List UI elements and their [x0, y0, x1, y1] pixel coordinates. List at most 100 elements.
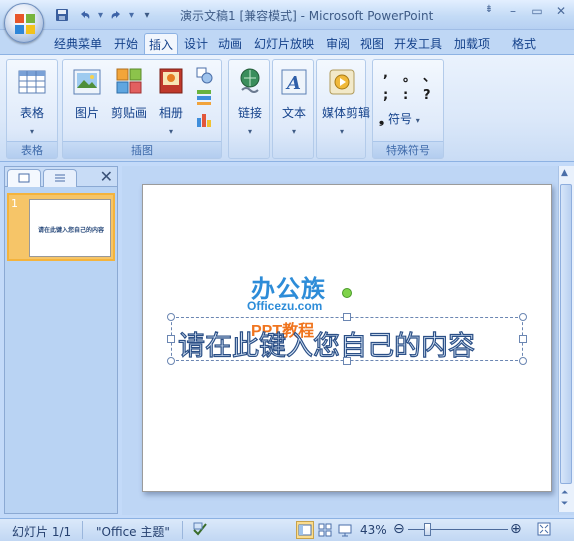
- tab-developer[interactable]: 开发工具: [390, 33, 446, 54]
- outline-icon: [55, 174, 65, 182]
- resize-handle-left[interactable]: [167, 335, 175, 343]
- clipart-icon: [116, 68, 142, 94]
- next-slide-icon[interactable]: ⏷: [561, 499, 568, 509]
- title-bar: ▾ ▾ ▾ 演示文稿1 [兼容模式] - Microsoft PowerPoin…: [0, 0, 574, 30]
- slide-sorter-icon: [318, 523, 332, 537]
- slide-canvas[interactable]: 办公族 Officezu.com PPT教程 请在此键入您自己的内容: [142, 184, 552, 492]
- resize-handle-top[interactable]: [343, 313, 351, 321]
- symbol-semicolon[interactable]: ;: [383, 88, 388, 103]
- spell-check-icon[interactable]: [192, 521, 208, 540]
- watermark-url: Officezu.com: [247, 299, 323, 313]
- scroll-up-icon[interactable]: ▲: [561, 168, 568, 178]
- text-placeholder[interactable]: 请在此键入您自己的内容: [171, 317, 523, 363]
- symbol-button[interactable]: ❟ 符号 ▾: [379, 110, 420, 127]
- thumbnail-text: 请在此键入您自己的内容: [37, 227, 104, 234]
- theme-name[interactable]: "Office 主题": [96, 523, 170, 540]
- resize-handle-bottom-right[interactable]: [519, 357, 527, 365]
- symbol-comma[interactable]: ,: [383, 66, 388, 81]
- symbol-enum-comma[interactable]: 、: [423, 66, 436, 85]
- tab-slides[interactable]: [7, 169, 41, 187]
- symbol-question[interactable]: ?: [423, 88, 431, 103]
- resize-handle-bottom-left[interactable]: [167, 357, 175, 365]
- office-button[interactable]: [4, 3, 44, 43]
- thumbnail-canvas: 请在此键入您自己的内容: [29, 199, 111, 257]
- resize-handle-bottom[interactable]: [343, 357, 351, 365]
- symbol-period[interactable]: 。: [403, 66, 416, 85]
- window-controls: ⇟ – ▭ ✕: [482, 4, 568, 18]
- album-button[interactable]: 相册 ▾: [151, 64, 191, 136]
- table-icon: [18, 70, 46, 94]
- chevron-down-icon: ▾: [168, 127, 173, 136]
- illustrations-group: 图片 剪贴画 相册 ▾ 插图: [62, 59, 222, 159]
- slideshow-button[interactable]: [336, 521, 354, 539]
- shapes-icon[interactable]: [195, 66, 213, 84]
- rotation-handle[interactable]: [342, 288, 352, 298]
- tab-slideshow[interactable]: 幻灯片放映: [250, 33, 318, 54]
- media-button[interactable]: 媒体剪辑 ▾: [322, 64, 370, 136]
- picture-icon: [73, 69, 101, 95]
- svg-text:A: A: [285, 73, 301, 94]
- undo-icon[interactable]: [75, 6, 95, 24]
- tab-review[interactable]: 审阅: [322, 33, 354, 54]
- slide-thumbnail[interactable]: 请在此键入您自己的内容: [7, 193, 115, 261]
- slide-sorter-button[interactable]: [316, 521, 334, 539]
- slideshow-icon: [338, 524, 352, 537]
- table-group-label: 表格: [7, 141, 57, 158]
- vertical-scrollbar[interactable]: ▲ ⏶ ⏷: [558, 166, 574, 512]
- ribbon-minimize-icon[interactable]: ⇟: [482, 4, 496, 18]
- customize-icon[interactable]: ▾: [137, 6, 157, 24]
- link-group: 链接 ▾: [228, 59, 270, 159]
- table-button[interactable]: 表格 ▾: [12, 64, 52, 136]
- textbox-icon: A: [281, 69, 307, 95]
- redo-dropdown-icon[interactable]: ▾: [129, 10, 134, 21]
- zoom-slider-thumb[interactable]: [424, 523, 431, 536]
- minimize-icon[interactable]: –: [506, 4, 520, 18]
- link-button[interactable]: 链接 ▾: [230, 64, 270, 136]
- symbol-bullet-icon: ❟: [379, 112, 385, 127]
- undo-dropdown-icon[interactable]: ▾: [98, 10, 103, 21]
- tab-insert[interactable]: 插入: [144, 33, 179, 54]
- maximize-icon[interactable]: ▭: [530, 4, 544, 18]
- symbol-colon[interactable]: :: [403, 88, 408, 103]
- zoom-out-icon[interactable]: ⊖: [393, 521, 405, 537]
- resize-handle-right[interactable]: [519, 335, 527, 343]
- office-logo-icon: [15, 14, 35, 34]
- clipart-button[interactable]: 剪贴画: [109, 64, 149, 134]
- illustrations-group-label: 插图: [63, 141, 221, 158]
- status-bar: 幻灯片 1/1 "Office 主题" 43% ⊖ ⊕: [0, 518, 574, 541]
- tab-addins[interactable]: 加载项: [450, 33, 494, 54]
- media-clip-icon: [329, 69, 355, 95]
- scroll-thumb[interactable]: [560, 184, 572, 484]
- zoom-in-icon[interactable]: ⊕: [510, 521, 522, 537]
- chevron-down-icon: ▾: [291, 127, 296, 136]
- slides-icon: [18, 173, 30, 183]
- smartart-icon[interactable]: [195, 88, 213, 106]
- normal-view-button[interactable]: [296, 521, 314, 539]
- chevron-down-icon: ▾: [247, 127, 252, 136]
- redo-icon[interactable]: [106, 6, 126, 24]
- tab-classic-menu[interactable]: 经典菜单: [50, 33, 106, 54]
- chevron-down-icon: ▾: [339, 127, 344, 136]
- close-icon[interactable]: ✕: [554, 4, 568, 18]
- tab-format[interactable]: 格式: [508, 33, 540, 54]
- zoom-level[interactable]: 43%: [360, 523, 387, 537]
- tab-animation[interactable]: 动画: [214, 33, 246, 54]
- save-icon[interactable]: [52, 6, 72, 24]
- media-group: 媒体剪辑 ▾: [316, 59, 370, 159]
- tab-outline[interactable]: [43, 169, 77, 187]
- close-icon[interactable]: ✕: [100, 167, 113, 186]
- tab-view[interactable]: 视图: [356, 33, 388, 54]
- ribbon-tabs: 经典菜单 开始 插入 设计 动画 幻灯片放映 审阅 视图 开发工具 加载项 格式: [0, 30, 574, 54]
- zoom-slider-track[interactable]: [408, 529, 508, 530]
- prev-slide-icon[interactable]: ⏶: [561, 488, 568, 498]
- tab-home[interactable]: 开始: [110, 33, 142, 54]
- fit-to-window-icon[interactable]: [536, 521, 552, 540]
- resize-handle-top-right[interactable]: [519, 313, 527, 321]
- chart-icon[interactable]: [195, 110, 213, 128]
- text-group: A 文本 ▾: [272, 59, 314, 159]
- picture-button[interactable]: 图片: [67, 64, 107, 134]
- ribbon: 表格 ▾ 表格 图片 剪贴画 相册 ▾ 插图 链接 ▾ A 文本 ▾ 媒体剪辑 …: [0, 54, 574, 162]
- resize-handle-top-left[interactable]: [167, 313, 175, 321]
- tab-design[interactable]: 设计: [180, 33, 212, 54]
- text-button[interactable]: A 文本 ▾: [274, 64, 314, 136]
